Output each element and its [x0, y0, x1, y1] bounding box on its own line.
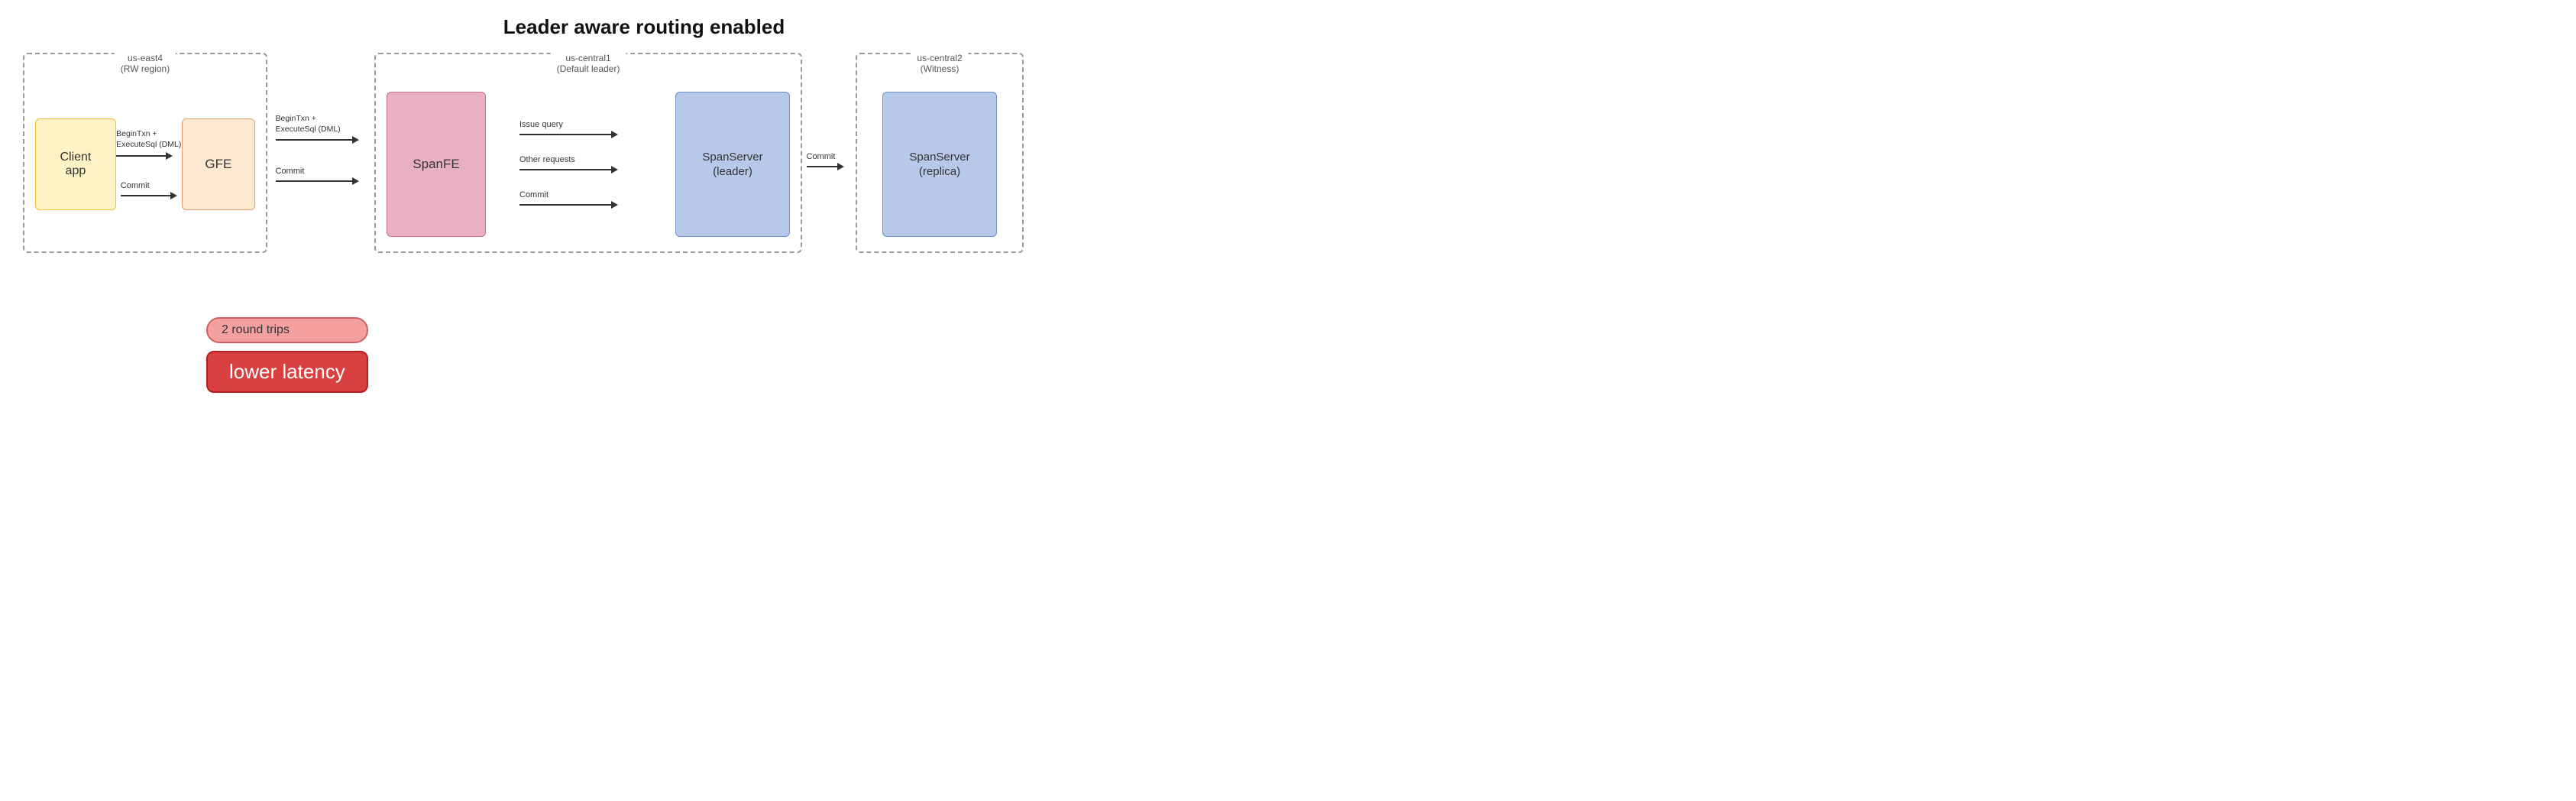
badge-lower-latency: lower latency [206, 351, 368, 393]
page-title: Leader aware routing enabled [23, 15, 1265, 39]
region-east-label: us-east4 (RW region) [115, 53, 176, 74]
label-begintxn-dml-central: BeginTxn + ExecuteSql (DML) [276, 114, 341, 135]
region-central2: us-central2 (Witness) SpanServer (replic… [856, 53, 1024, 253]
page: Leader aware routing enabled us-east4 (R… [0, 0, 1288, 400]
arrow-client-gfe-bottom [121, 192, 177, 199]
bottom-section: 2 round trips lower latency [206, 317, 368, 393]
arrow-spanfe-server-bottom [519, 201, 618, 209]
arrow-spanfe-server-mid [519, 166, 618, 173]
spanserver-replica-box: SpanServer (replica) [882, 92, 997, 237]
connector-leader-replica: Commit [802, 152, 848, 170]
label-begintxn-dml-east: BeginTxn + ExecuteSql (DML) [116, 129, 181, 150]
label-commit-gfe-spanfe: Commit [276, 167, 305, 176]
region-east: us-east4 (RW region) Client app BeginTxn… [23, 53, 267, 253]
arrow-client-gfe-top [116, 152, 173, 160]
label-other-requests: Other requests [519, 155, 575, 164]
badge-round-trips: 2 round trips [206, 317, 368, 343]
label-issue-query: Issue query [519, 120, 563, 129]
arrow-gfe-spanfe-bottom [276, 177, 359, 185]
connector-gfe-spanfe: BeginTxn + ExecuteSql (DML) Commit [267, 114, 367, 185]
label-commit-spanfe-server: Commit [519, 190, 549, 199]
diagram: us-east4 (RW region) Client app BeginTxn… [23, 53, 1265, 253]
gfe-box: GFE [182, 118, 255, 210]
arrow-gfe-spanfe-top [276, 136, 359, 144]
region-central1: us-central1 (Default leader) SpanFE Issu… [374, 53, 802, 253]
label-commit-leader-replica: Commit [807, 152, 836, 161]
region-central1-label: us-central1 (Default leader) [551, 53, 626, 74]
spanserver-leader-box: SpanServer (leader) [675, 92, 790, 237]
arrow-spanfe-server-top [519, 131, 618, 138]
client-app-box: Client app [35, 118, 116, 210]
arrow-leader-replica [807, 163, 844, 170]
region-central2-label: us-central2 (Witness) [911, 53, 968, 74]
label-commit-east: Commit [121, 181, 150, 190]
spanfe-box: SpanFE [387, 92, 486, 237]
